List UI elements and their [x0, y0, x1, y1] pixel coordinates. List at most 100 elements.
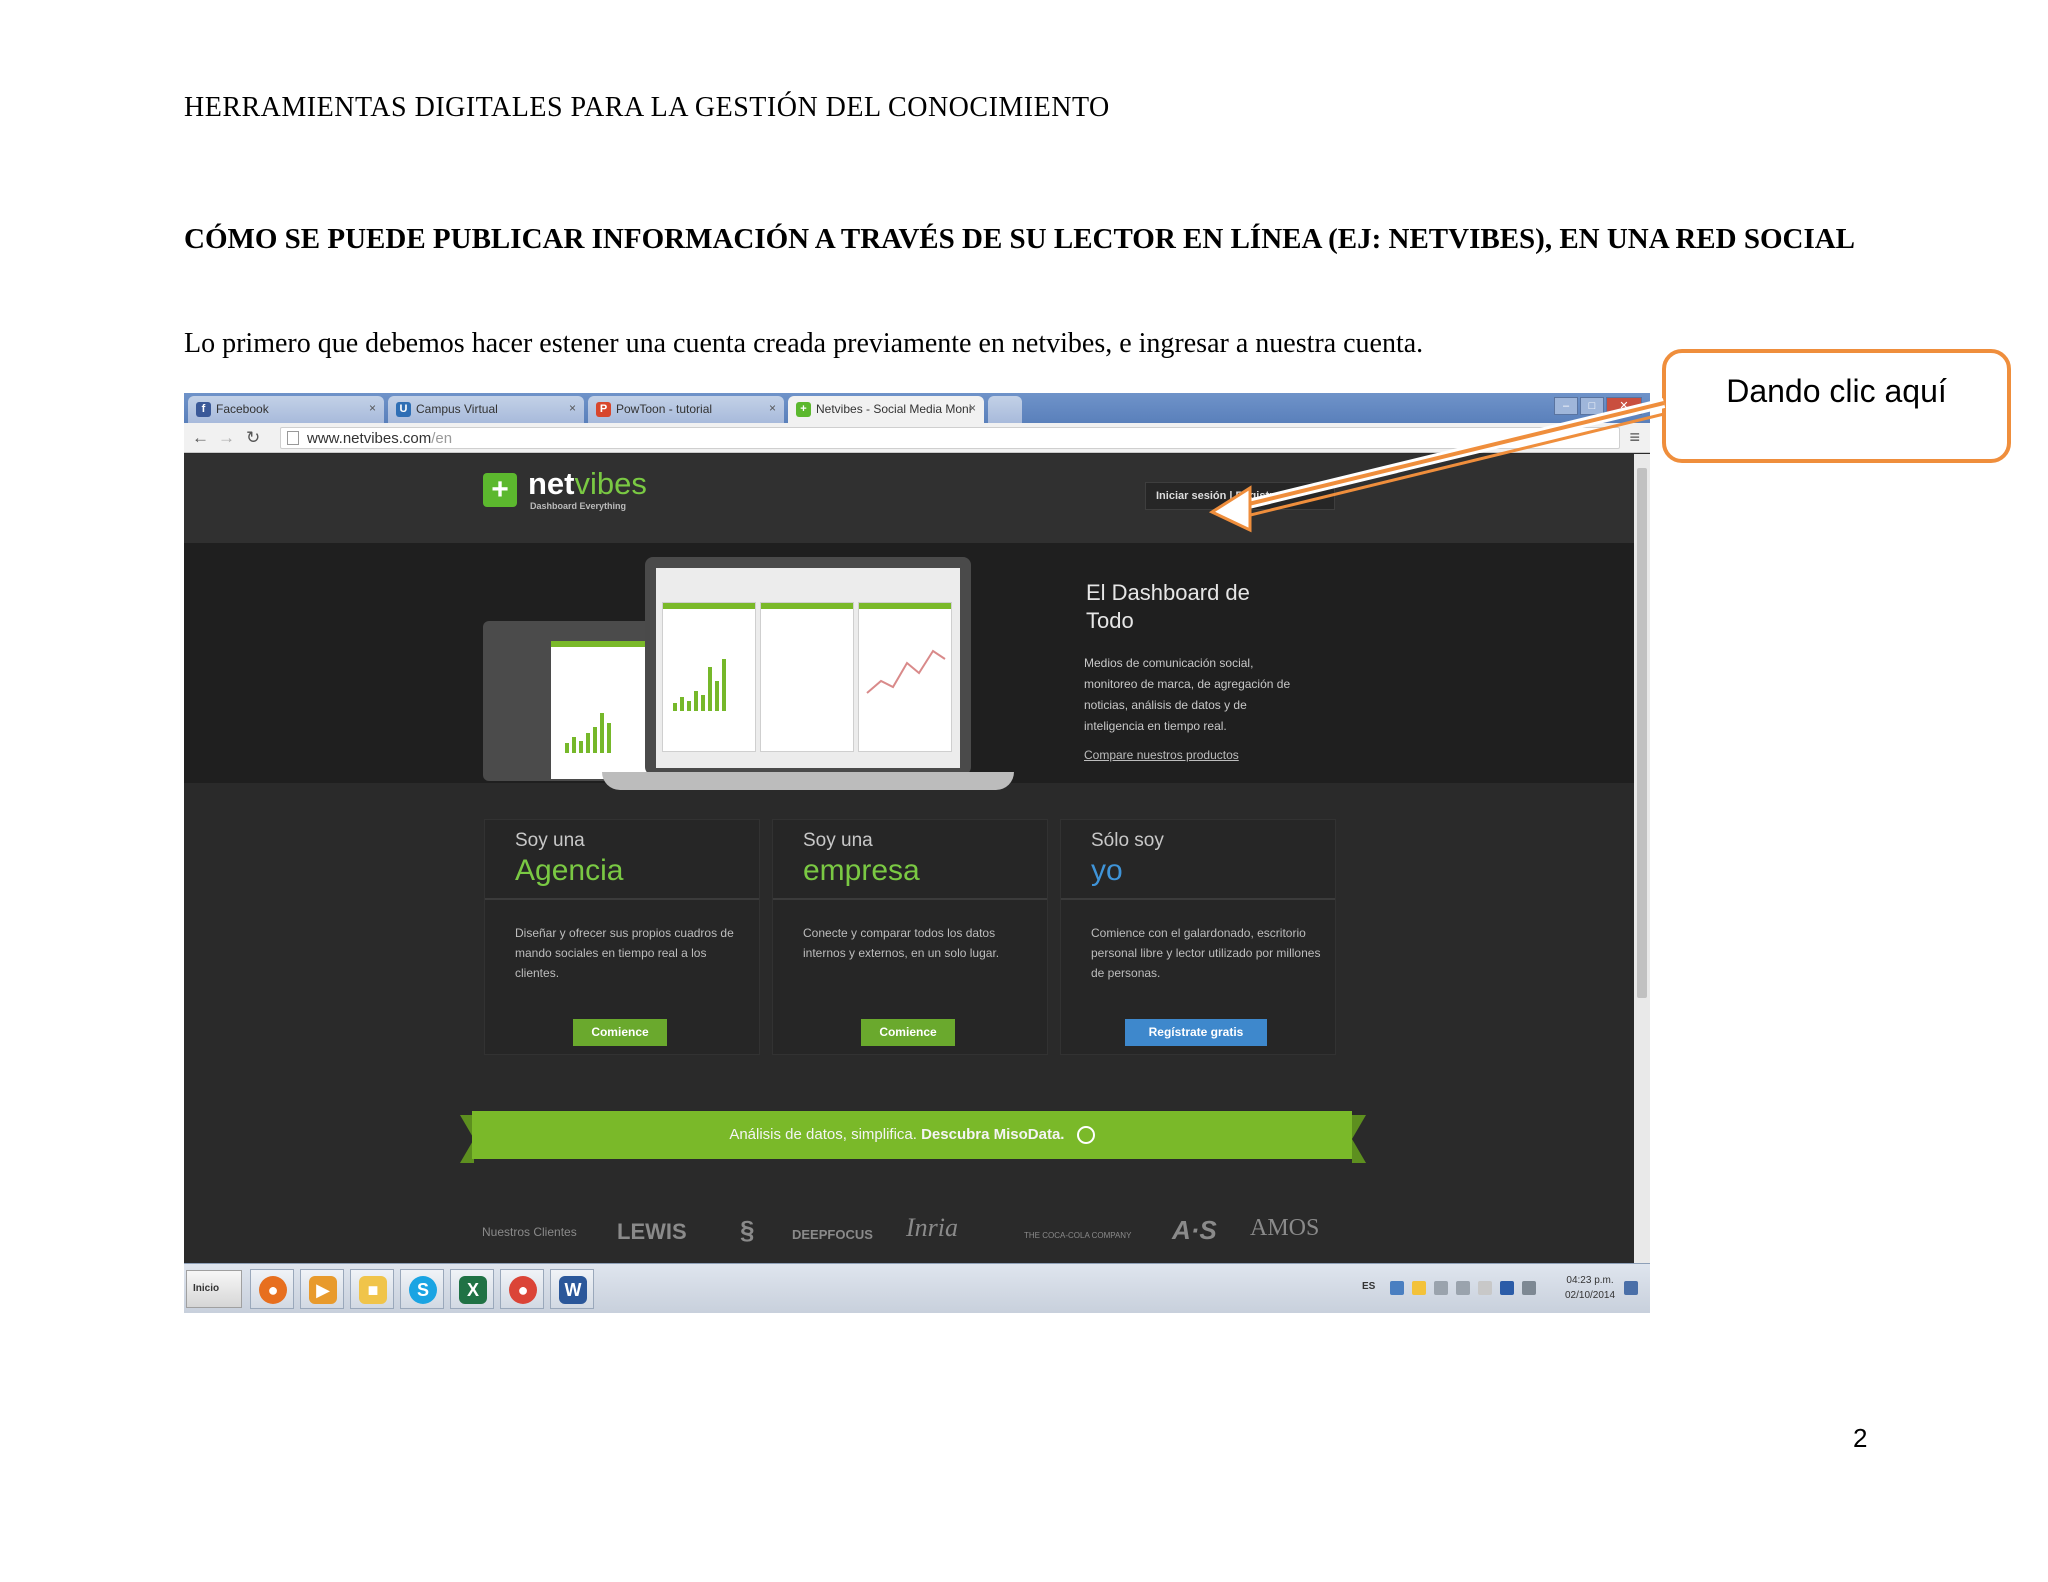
client-logo: THE COCA-COLA COMPANY: [1024, 1231, 1132, 1240]
misodata-banner[interactable]: Análisis de datos, simplifica. Descubra …: [472, 1111, 1352, 1159]
hero-section: El Dashboard de Todo Medios de comunicac…: [184, 543, 1634, 790]
hero-description: Medios de comunicación social, monitoreo…: [1084, 656, 1291, 733]
card-description: Conecte y comparar todos los datos inter…: [803, 926, 1000, 960]
firefox-taskbar-button[interactable]: ●: [250, 1269, 294, 1309]
callout-text: Dando clic aquí: [1726, 373, 1947, 409]
dashboard-widget: [662, 602, 756, 752]
tab-label: PowToon - tutorial: [616, 402, 713, 416]
menu-icon[interactable]: ≡: [1629, 427, 1640, 448]
tab-netvibes[interactable]: + Netvibes - Social Media Moni ×: [788, 396, 984, 423]
comience-button[interactable]: Comience: [861, 1019, 955, 1046]
scroll-thumb[interactable]: [1637, 468, 1647, 998]
word-taskbar-button[interactable]: W: [550, 1269, 594, 1309]
client-logo: DEEPFOCUS: [792, 1227, 873, 1242]
back-icon[interactable]: ←: [192, 428, 209, 448]
hero-title: El Dashboard de Todo: [1086, 580, 1250, 633]
language-indicator[interactable]: ES: [1362, 1281, 1375, 1292]
register-free-button[interactable]: Regístrate gratis: [1125, 1019, 1267, 1046]
card-title: empresa: [803, 854, 920, 887]
firefox-icon: ●: [259, 1276, 287, 1304]
card-subtitle: Soy una: [515, 830, 585, 851]
excel-taskbar-button[interactable]: X: [450, 1269, 494, 1309]
monitor-icon[interactable]: [1500, 1281, 1514, 1295]
netvibes-logo-icon: +: [483, 473, 517, 507]
address-bar[interactable]: www.netvibes.com/en: [280, 427, 1620, 449]
tab-label: Netvibes - Social Media Moni: [816, 402, 972, 416]
close-icon[interactable]: ×: [769, 401, 776, 415]
word-icon: W: [559, 1276, 587, 1304]
s-logo-icon: §: [740, 1215, 755, 1245]
taskbar: Inicio ● ▶ ■ S X ● W ES 04:23 p.m. 02/10…: [184, 1263, 1650, 1313]
netvibes-icon: +: [796, 402, 811, 417]
callout-box: Dando clic aquí: [1662, 349, 2011, 463]
show-desktop-icon[interactable]: [1624, 1281, 1638, 1295]
media-player-taskbar-button[interactable]: ▶: [300, 1269, 344, 1309]
excel-icon: X: [459, 1276, 487, 1304]
page-number: 2: [1853, 1423, 1868, 1453]
intro-paragraph: Lo primero que debemos hacer estener una…: [184, 328, 1424, 359]
window-close-icon[interactable]: ✕: [1606, 397, 1642, 415]
start-button[interactable]: Inicio: [186, 1270, 242, 1308]
forward-icon[interactable]: →: [218, 428, 235, 448]
dashboard-panel: [551, 641, 651, 779]
tab-label: Facebook: [216, 402, 269, 416]
card-title: Agencia: [515, 854, 624, 887]
speaker-icon[interactable]: [1522, 1281, 1536, 1295]
netvibes-logo[interactable]: netvibes: [528, 466, 647, 502]
powtoon-icon: P: [596, 402, 611, 417]
campus-virtual-icon: U: [396, 402, 411, 417]
card-description: Diseñar y ofrecer sus propios cuadros de…: [515, 926, 734, 980]
client-logo: LEWIS: [617, 1219, 687, 1244]
clients-row: Nuestros Clientes LEWIS § DEEPFOCUS Inri…: [184, 1203, 1634, 1263]
clock-time: 04:23 p.m.: [1566, 1275, 1614, 1286]
close-icon[interactable]: ×: [569, 401, 576, 415]
scrollbar[interactable]: [1634, 454, 1650, 1263]
chrome-taskbar-button[interactable]: ●: [500, 1269, 544, 1309]
maximize-icon[interactable]: □: [1580, 397, 1604, 415]
clients-label: Nuestros Clientes: [482, 1225, 577, 1239]
url-host: www.netvibes.com: [307, 430, 432, 447]
facebook-icon: f: [196, 402, 211, 417]
play-circle-icon: [1076, 1126, 1095, 1145]
settings-icon[interactable]: [1434, 1281, 1448, 1295]
tab-bar: f Facebook × U Campus Virtual × P PowToo…: [184, 393, 1650, 423]
line-chart-icon: [866, 649, 946, 694]
card-empresa: Soy una empresa Conecte y comparar todos…: [772, 819, 1048, 1055]
client-logo: A·S: [1172, 1215, 1217, 1245]
tab-campus-virtual[interactable]: U Campus Virtual ×: [388, 396, 584, 423]
clock[interactable]: 04:23 p.m. 02/10/2014: [1565, 1273, 1615, 1303]
clock-date: 02/10/2014: [1565, 1290, 1616, 1301]
new-tab-button[interactable]: [988, 396, 1022, 423]
laptop-base: [602, 772, 1014, 790]
close-icon[interactable]: ×: [369, 401, 376, 415]
card-yo: Sólo soy yo Comience con el galardonado,…: [1060, 819, 1336, 1055]
browser-screenshot: f Facebook × U Campus Virtual × P PowToo…: [184, 393, 1650, 1313]
tab-facebook[interactable]: f Facebook ×: [188, 396, 384, 423]
client-logo: Inria: [906, 1213, 958, 1242]
close-icon[interactable]: ×: [969, 401, 976, 415]
compare-products-link[interactable]: Compare nuestros productos: [1084, 748, 1239, 762]
card-title: yo: [1091, 854, 1123, 887]
comience-button[interactable]: Comience: [573, 1019, 667, 1046]
system-tray: ES 04:23 p.m. 02/10/2014: [1360, 1269, 1650, 1309]
client-logo: AMOS: [1250, 1215, 1320, 1241]
window-controls: – □ ✕: [1554, 397, 1642, 417]
tab-powtoon[interactable]: P PowToon - tutorial ×: [588, 396, 784, 423]
banner-bold-text: Descubra MisoData.: [921, 1126, 1065, 1143]
page-icon: [287, 431, 299, 445]
chrome-icon: ●: [509, 1276, 537, 1304]
network-icon[interactable]: [1390, 1281, 1404, 1295]
login-button[interactable]: Iniciar sesión | Registrar: [1145, 482, 1335, 510]
logo-tagline: Dashboard Everything: [530, 501, 627, 511]
minimize-icon[interactable]: –: [1554, 397, 1578, 415]
url-path: /en: [431, 430, 453, 447]
notification-icon[interactable]: [1412, 1281, 1426, 1295]
volume-icon[interactable]: [1456, 1281, 1470, 1295]
dashboard-widget: [858, 602, 952, 752]
folder-taskbar-button[interactable]: ■: [350, 1269, 394, 1309]
reload-icon[interactable]: ↻: [246, 428, 260, 448]
card-description: Comience con el galardonado, escritorio …: [1091, 926, 1321, 980]
skype-taskbar-button[interactable]: S: [400, 1269, 444, 1309]
flag-icon[interactable]: [1478, 1281, 1492, 1295]
tab-label: Campus Virtual: [416, 402, 498, 416]
